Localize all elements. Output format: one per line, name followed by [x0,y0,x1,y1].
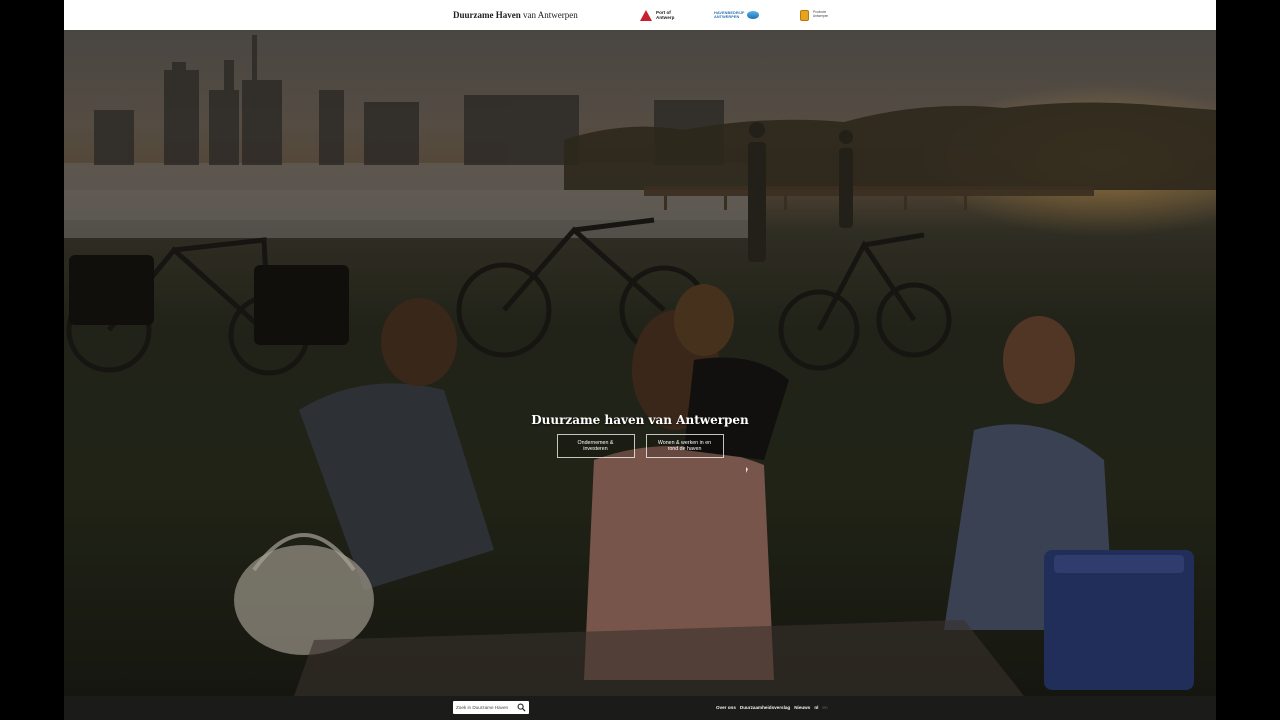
havenbedrijf-logo-text: HAVENBEDRIJF ANTWERPEN [714,11,745,19]
nav-nieuws[interactable]: Nieuws [794,705,810,710]
port-of-antwerp-logo[interactable]: Port of Antwerp [640,8,674,22]
site-title-rest: van Antwerpen [523,10,578,20]
site-header: Duurzame Haven van Antwerpen Port of Ant… [64,0,1216,31]
ondernemen-investeren-button[interactable]: Ondernemen & investeren [556,434,635,458]
site-title-link[interactable]: Duurzame Haven van Antwerpen [453,10,578,20]
shield-icon [800,9,809,21]
hero-title: Duurzame haven van Antwerpen [531,413,749,427]
hero-background-photo [64,30,1216,696]
wave-icon [747,11,760,19]
language-en[interactable]: en [822,705,827,710]
search-icon[interactable] [517,703,526,712]
mouse-cursor-icon [746,467,748,473]
provincie-logo-text: Provincie Antwerpen [813,10,829,18]
port-triangle-icon [640,9,652,21]
language-nl[interactable]: nl [814,705,818,710]
port-logo-text: Port of Antwerp [656,10,675,20]
hero-buttons: Ondernemen & investeren Wonen & werken i… [64,434,1216,458]
havenbedrijf-logo[interactable]: HAVENBEDRIJF ANTWERPEN [714,8,760,22]
provincie-antwerpen-logo[interactable]: Provincie Antwerpen [800,8,828,22]
hero-section: Duurzame haven van Antwerpen Ondernemen … [64,30,1216,696]
nav-duurzaamheidsverslag[interactable]: Duurzaamheidsverslag [740,705,790,710]
hero-content: Duurzame haven van Antwerpen Ondernemen … [64,413,1216,458]
nav-over-ons[interactable]: Over ons [716,705,736,710]
footer-nav: Over ons Duurzaamheidsverslag Nieuws nl … [716,705,828,710]
search-box [453,701,529,714]
wonen-werken-button[interactable]: Wonen & werken in en rond de haven [645,434,724,458]
footer-bar: Over ons Duurzaamheidsverslag Nieuws nl … [64,696,1216,720]
site-title-bold: Duurzame Haven [453,10,521,20]
page: Duurzame Haven van Antwerpen Port of Ant… [64,0,1216,720]
search-input[interactable] [453,705,516,710]
